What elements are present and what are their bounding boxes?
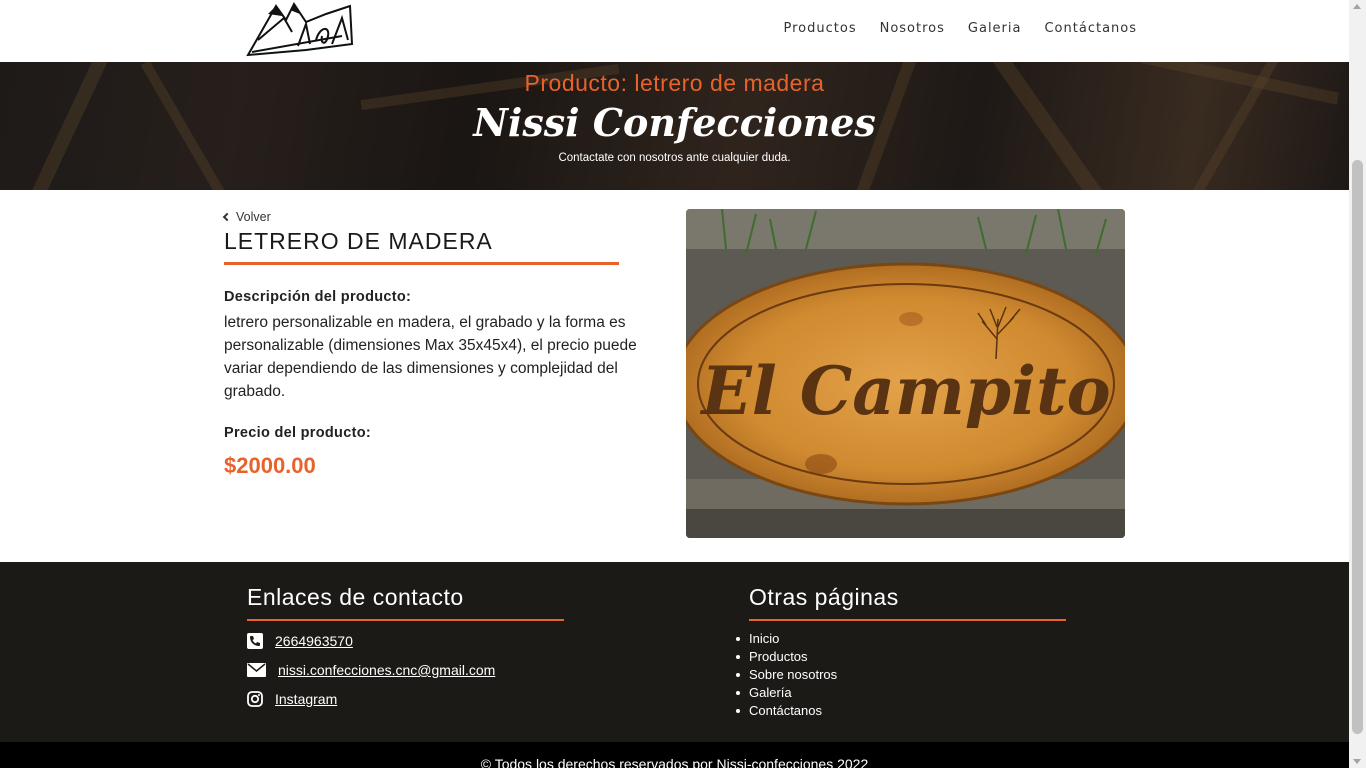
hero-subtitle: Producto: letrero de madera: [524, 70, 825, 96]
hero-title: Nissi Confecciones: [473, 100, 876, 145]
email-link[interactable]: nissi.confecciones.cnc@gmail.com: [247, 662, 495, 678]
product-section: Volver LETRERO DE MADERA Descripción del…: [0, 190, 1349, 562]
product-image: El Campito: [686, 209, 1125, 538]
product-title: LETRERO DE MADERA: [224, 228, 493, 254]
nav-link-contactanos[interactable]: Contáctanos: [1044, 21, 1137, 36]
hero-banner: Producto: letrero de madera Nissi Confec…: [0, 62, 1349, 190]
back-label: Volver: [236, 210, 271, 224]
envelope-icon: [247, 663, 266, 677]
page-link-inicio[interactable]: Inicio: [735, 630, 837, 648]
nav-link-productos[interactable]: Productos: [784, 21, 857, 36]
page-link-galeria[interactable]: Galería: [735, 684, 837, 702]
hero-tagline: Contactate con nosotros ante cualquier d…: [558, 152, 791, 164]
scrollbar[interactable]: [1349, 0, 1366, 768]
site-logo[interactable]: [246, 0, 356, 58]
instagram-link[interactable]: Instagram: [247, 691, 337, 707]
instagram-icon: [247, 691, 263, 707]
product-price: $2000.00: [224, 453, 316, 478]
email-address: nissi.confecciones.cnc@gmail.com: [278, 662, 496, 678]
page-link-productos[interactable]: Productos: [735, 648, 837, 666]
pages-list: Inicio Productos Sobre nosotros Galería …: [735, 630, 837, 720]
contact-heading-rule: [247, 619, 564, 621]
phone-icon: [247, 633, 263, 649]
product-image-text: El Campito: [699, 352, 1110, 430]
phone-link[interactable]: 2664963570: [247, 633, 353, 649]
navbar: Productos Nosotros Galeria Contáctanos: [0, 0, 1349, 62]
phone-number: 2664963570: [275, 633, 353, 649]
chevron-left-icon: [222, 212, 232, 222]
copyright-bar: © Todos los derechos reservados por Niss…: [0, 742, 1349, 768]
product-description: letrero personalizable en madera, el gra…: [224, 314, 637, 400]
nav-link-nosotros[interactable]: Nosotros: [880, 21, 945, 36]
back-link[interactable]: Volver: [222, 210, 271, 224]
scroll-up-arrow-icon[interactable]: [1353, 4, 1361, 9]
scroll-down-arrow-icon[interactable]: [1353, 759, 1361, 764]
page-link-sobre-nosotros[interactable]: Sobre nosotros: [735, 666, 837, 684]
scroll-thumb[interactable]: [1352, 160, 1363, 734]
copyright-text: © Todos los derechos reservados por Niss…: [480, 756, 869, 768]
instagram-label: Instagram: [275, 691, 338, 707]
page-link-contactanos[interactable]: Contáctanos: [735, 702, 837, 720]
price-label: Precio del producto:: [224, 425, 371, 441]
pages-heading-rule: [749, 619, 1066, 621]
page: Productos Nosotros Galeria Contáctanos P…: [0, 0, 1349, 768]
description-label: Descripción del producto:: [224, 289, 412, 305]
footer: Enlaces de contacto 2664963570 nissi.con…: [0, 562, 1349, 742]
pages-heading: Otras páginas: [749, 584, 899, 610]
nav-link-galeria[interactable]: Galeria: [968, 21, 1022, 36]
main-nav: Productos Nosotros Galeria Contáctanos: [784, 21, 1137, 36]
contact-heading: Enlaces de contacto: [247, 584, 464, 610]
title-underline: [224, 262, 619, 265]
